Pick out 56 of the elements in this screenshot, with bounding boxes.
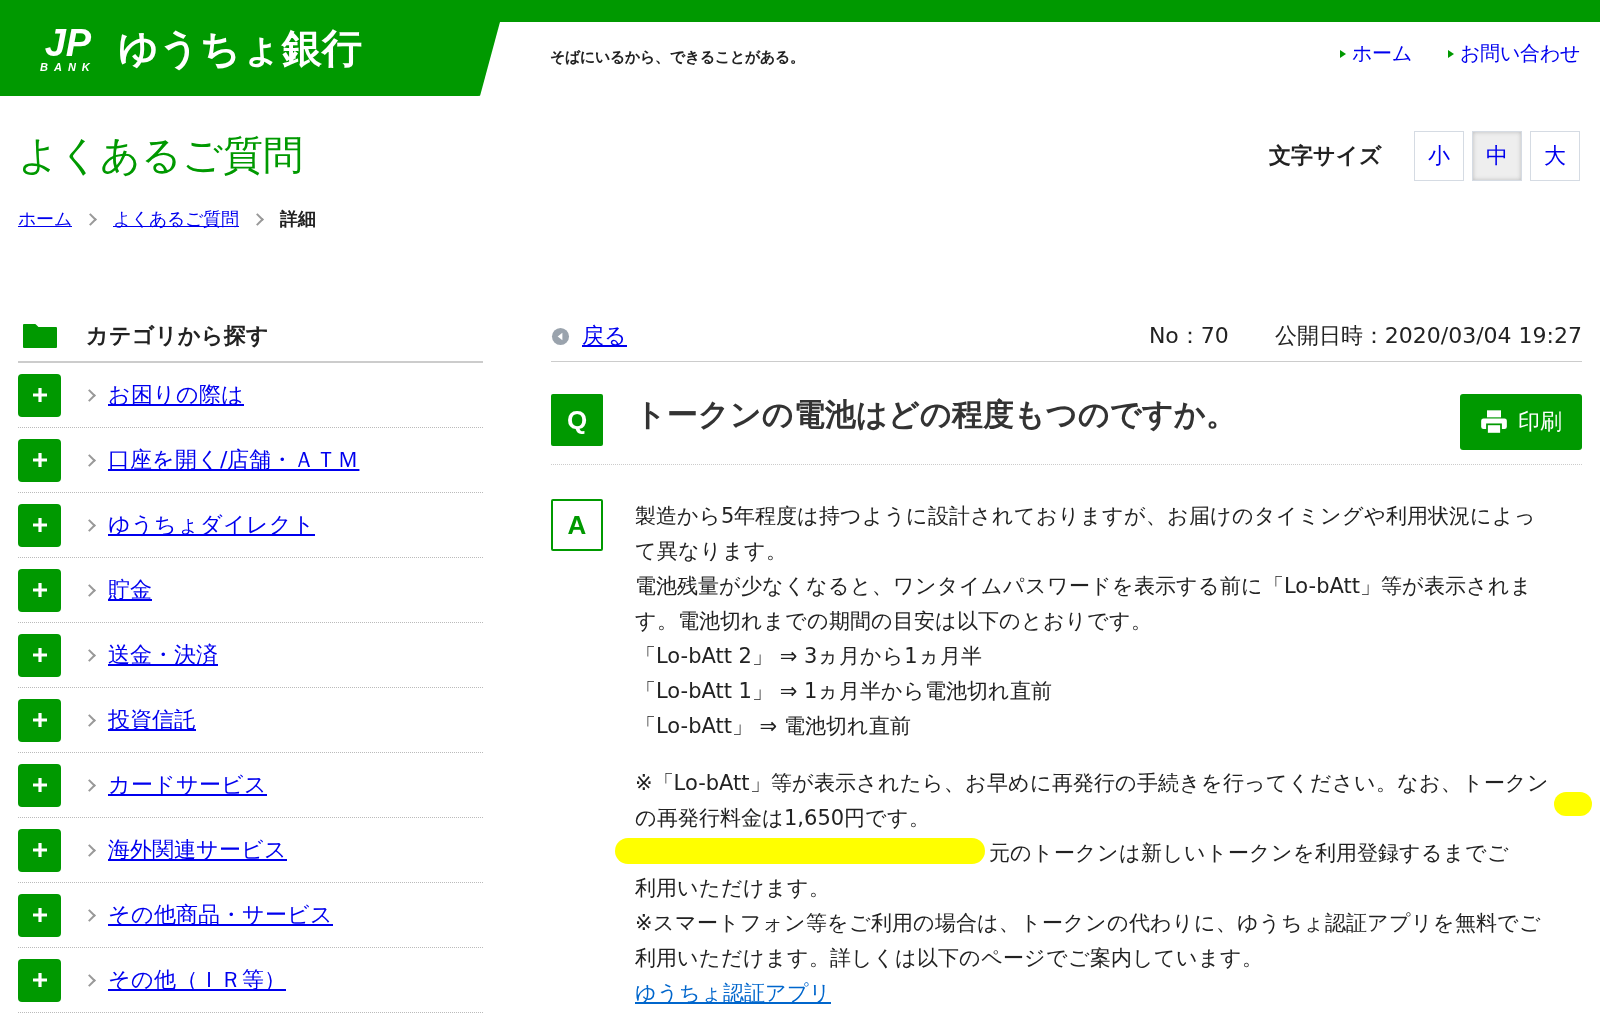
logo-name: ゆうちょ銀行 <box>117 23 362 73</box>
answer-text: 「Lo-bAtt 1」 ⇒ 1ヵ月半から電池切れ直前 <box>635 678 1054 705</box>
breadcrumb-link[interactable]: ホーム <box>18 207 72 231</box>
expand-button[interactable] <box>18 893 61 937</box>
category-link[interactable]: 海外関連サービス <box>108 835 287 865</box>
expand-button[interactable] <box>18 958 61 1002</box>
nav-link[interactable]: ホーム <box>1340 40 1412 67</box>
category-link[interactable]: ゆうちょダイレクト <box>108 510 315 540</box>
breadcrumb-link[interactable]: よくあるご質問 <box>113 207 239 231</box>
expand-button[interactable] <box>18 568 61 612</box>
expand-button[interactable] <box>18 828 61 872</box>
answer-text: ※スマートフォン等をご利用の場合は、トークンの代わりに、ゆうちょ認証アプリを無料でご利用いただけます。詳しくは以下のページでご案内しています。 <box>635 910 1542 972</box>
printer-icon <box>1480 409 1508 435</box>
answer-text: 利用いただけます。 <box>635 875 831 902</box>
answer-badge: A <box>551 499 603 551</box>
back-icon <box>551 326 570 346</box>
answer-text: 製造から5年程度は持つように設計されておりますが、お届けのタイミングや利用状況によって異なります。 <box>635 503 1538 565</box>
question-badge: Q <box>551 394 603 446</box>
category-link[interactable]: その他（ＩＲ等） <box>108 965 286 995</box>
category-link[interactable]: 投資信託 <box>108 705 196 735</box>
category-link[interactable]: 貯金 <box>108 575 152 605</box>
print-button[interactable]: 印刷 <box>1460 394 1582 450</box>
text-size-button[interactable]: 大 <box>1530 130 1580 181</box>
text-size-button[interactable]: 中 <box>1472 130 1522 181</box>
expand-button[interactable] <box>18 698 61 742</box>
answer-text: 「Lo-bAtt」 ⇒ 電池切れ直前 <box>635 713 912 740</box>
expand-button[interactable] <box>18 633 61 677</box>
category-link[interactable]: 口座を開く/店舗・ＡＴＭ <box>108 445 360 475</box>
expand-button[interactable] <box>18 763 61 807</box>
expand-button[interactable] <box>18 438 61 482</box>
answer-text: 電池残量が少なくなると、ワンタイムパスワードを表示する前に「Lo-bAtt」等が表示されます。電池切れまでの期間の目安は以下のとおりです。 <box>635 573 1533 635</box>
publish-date: 公開日時：2020/03/04 19:27 <box>1274 322 1582 350</box>
page-title: よくあるご質問 <box>18 131 303 180</box>
expand-button[interactable] <box>18 373 61 417</box>
app-link[interactable]: ゆうちょ認証アプリ <box>635 976 831 1011</box>
faq-number: No：70 <box>1148 322 1229 350</box>
logo-mark: JP <box>44 23 92 62</box>
category-link[interactable]: その他商品・サービス <box>108 900 333 930</box>
highlighter-stroke <box>1554 792 1592 816</box>
question-title: トークンの電池はどの程度もつのですか。 <box>635 395 1238 434</box>
folder-icon <box>22 323 58 349</box>
category-link[interactable]: 送金・決済 <box>108 640 218 670</box>
text-size-label: 文字サイズ <box>1269 141 1382 170</box>
tagline: そばにいるから、できることがある。 <box>550 48 805 67</box>
answer-text: 元のトークンは新しいトークンを利用登録するまでご <box>989 840 1509 867</box>
text-size-button[interactable]: 小 <box>1414 130 1464 181</box>
answer-text: 「Lo-bAtt 2」 ⇒ 3ヵ月から1ヵ月半 <box>635 643 983 670</box>
back-link[interactable]: 戻る <box>551 321 627 351</box>
category-link[interactable]: カードサービス <box>108 770 267 800</box>
logo-subtext: BANK <box>40 61 96 73</box>
nav-link[interactable]: お問い合わせ <box>1448 40 1580 67</box>
sidebar-heading: カテゴリから探す <box>86 322 269 350</box>
answer-text: ※「Lo-bAtt」等が表示されたら、お早めに再発行の手続きを行ってください。なお、トークンの再発行料金は1,650円です。 <box>635 770 1550 832</box>
breadcrumb-current: 詳細 <box>280 207 316 231</box>
category-link[interactable]: お困りの際は <box>108 380 244 410</box>
expand-button[interactable] <box>18 503 61 547</box>
